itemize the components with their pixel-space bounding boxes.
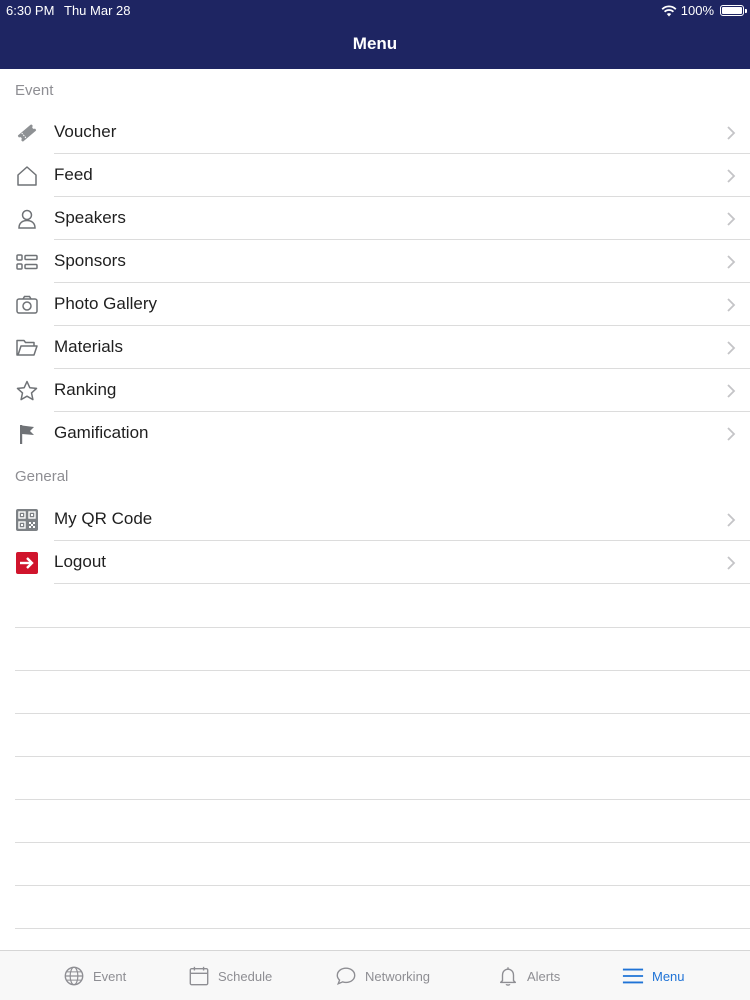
menu-item-label: Feed [54,165,93,184]
tab-menu[interactable]: Menu [622,963,685,989]
battery-percent: 100% [680,3,714,18]
tab-alerts[interactable]: Alerts [497,963,560,989]
top-bar: 6:30 PM Thu Mar 28 100% Menu [0,0,750,69]
tab-label: Schedule [218,968,273,984]
tab-schedule[interactable]: Schedule [188,963,272,989]
menu-item-label: My QR Code [54,509,153,528]
menu-item-label: Gamification [54,423,149,442]
chevron-right-icon [727,212,736,226]
status-time: 6:30 PM [6,3,55,18]
ticket-icon [17,124,37,142]
chevron-right-icon [727,427,736,441]
tab-event[interactable]: Event [63,963,126,989]
list-icon [16,254,38,270]
battery-icon [720,5,747,16]
chevron-right-icon [727,298,736,312]
menu-item-feed[interactable]: Feed [0,154,750,197]
chevron-right-icon [727,255,736,269]
menu-item-label: Speakers [54,208,126,227]
menu-item-gamification[interactable]: Gamification [0,412,750,455]
section-header-event: Event [15,82,54,99]
wifi-icon [661,4,677,16]
chevron-right-icon [727,126,736,140]
menu-item-label: Sponsors [54,251,126,270]
chevron-right-icon [727,384,736,398]
menu-item-logout[interactable]: Logout [0,541,750,584]
chevron-right-icon [727,513,736,527]
hamburger-menu-icon [622,968,644,984]
page-title: Menu [352,34,398,53]
menu-item-label: Materials [54,337,123,356]
empty-row-divider [15,713,750,714]
folder-icon [16,339,38,356]
bell-icon [499,967,517,986]
menu-item-label: Voucher [54,122,117,141]
section-header-general: General [15,468,69,485]
calendar-icon [189,966,209,986]
logout-icon [16,552,38,574]
row-divider [54,583,750,584]
menu-item-label: Ranking [54,380,117,399]
menu-item-materials[interactable]: Materials [0,326,750,369]
camera-icon [16,295,38,314]
tab-label: Event [93,968,127,984]
status-bar: 6:30 PM Thu Mar 28 100% [0,0,750,20]
tab-label: Menu [652,968,685,984]
flag-icon [20,425,34,444]
menu-item-label: Logout [54,552,106,571]
chevron-right-icon [727,169,736,183]
empty-row-divider [15,842,750,843]
menu-item-qr-code[interactable]: My QR Code [0,498,750,541]
chevron-right-icon [727,556,736,570]
empty-row-divider [15,670,750,671]
menu-item-label: Photo Gallery [54,294,157,313]
home-icon [17,166,37,186]
tab-bar: Event Schedule Networking Alerts Menu [0,950,750,1000]
menu-item-voucher[interactable]: Voucher [0,111,750,154]
status-right: 100% [661,3,747,18]
chevron-right-icon [727,341,736,355]
empty-row-divider [15,799,750,800]
star-icon [16,380,38,401]
empty-row-divider [15,627,750,628]
user-icon [18,209,36,229]
tab-networking[interactable]: Networking [335,963,430,989]
chat-bubble-icon [336,967,356,986]
tab-label: Alerts [527,968,561,984]
status-date: Thu Mar 28 [64,3,131,18]
menu-item-sponsors[interactable]: Sponsors [0,240,750,283]
empty-row-divider [15,885,750,886]
globe-icon [64,966,84,986]
empty-row-divider [15,928,750,929]
empty-row-divider [15,756,750,757]
menu-item-speakers[interactable]: Speakers [0,197,750,240]
qr-code-icon [16,509,38,531]
menu-item-ranking[interactable]: Ranking [0,369,750,412]
menu-item-photo-gallery[interactable]: Photo Gallery [0,283,750,326]
tab-label: Networking [365,968,431,984]
